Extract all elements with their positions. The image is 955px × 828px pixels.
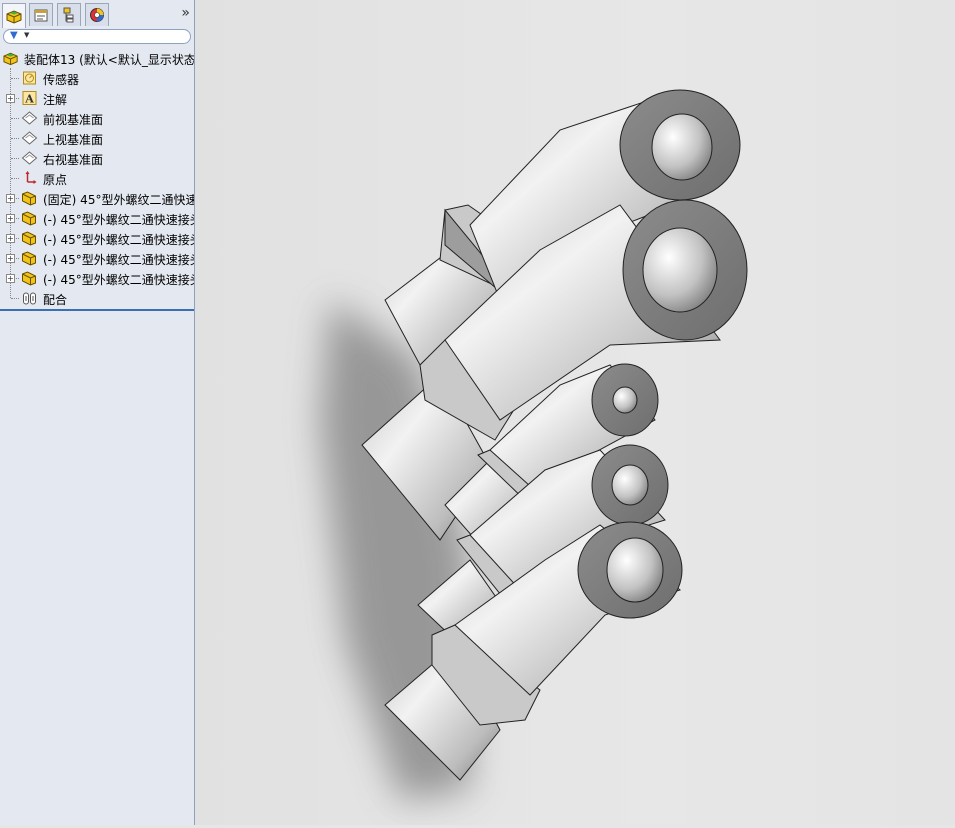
tree-item-top-plane[interactable]: 上视基准面 bbox=[0, 128, 194, 148]
part-icon bbox=[22, 271, 36, 286]
tree-item-mates[interactable]: 配合 bbox=[0, 288, 194, 308]
annotation-icon: A bbox=[22, 91, 37, 106]
tree-item-label: (-) 45°型外螺纹二通快速接头 bbox=[43, 233, 194, 247]
tree-connector bbox=[14, 238, 19, 239]
tree-item-annotations[interactable]: + A 注解 bbox=[0, 88, 194, 108]
tree-connector bbox=[11, 298, 19, 299]
propertymanager-tab[interactable] bbox=[29, 3, 53, 26]
tree-connector bbox=[14, 198, 19, 199]
tree-connector bbox=[14, 98, 19, 99]
tree-item-label: 配合 bbox=[43, 293, 68, 307]
plane-icon bbox=[21, 111, 38, 125]
display-manager-icon bbox=[90, 8, 104, 22]
assembly-tree-icon bbox=[6, 10, 22, 24]
tree-item-label: 上视基准面 bbox=[43, 133, 104, 147]
tree-item-label: 注解 bbox=[43, 93, 68, 107]
sensor-icon bbox=[23, 71, 36, 85]
tree-item-label: 原点 bbox=[43, 173, 68, 187]
assembly-icon bbox=[3, 52, 18, 66]
tree-item-label: 右视基准面 bbox=[43, 153, 104, 167]
tree-item-label: (-) 45°型外螺纹二通快速接头 bbox=[43, 253, 194, 267]
configurationmanager-tab[interactable] bbox=[57, 3, 81, 26]
part-icon bbox=[22, 231, 36, 246]
tree-root-assembly[interactable]: 装配体13 (默认<默认_显示状态 bbox=[0, 48, 194, 68]
tree-end-divider bbox=[0, 309, 194, 311]
plane-icon bbox=[21, 131, 38, 145]
collapse-panel-button[interactable]: » bbox=[181, 5, 190, 21]
tree-connector bbox=[11, 78, 19, 79]
tree-filter-input[interactable]: ▼ ▼ bbox=[3, 29, 191, 44]
configuration-manager-icon bbox=[63, 7, 74, 23]
displaymanager-tab[interactable] bbox=[85, 3, 109, 26]
tree-connector bbox=[14, 258, 19, 259]
filter-icon[interactable]: ▼ bbox=[10, 30, 18, 41]
tree-connector bbox=[11, 138, 19, 139]
tree-item-front-plane[interactable]: 前视基准面 bbox=[0, 108, 194, 128]
graphics-viewport[interactable] bbox=[195, 0, 955, 825]
part-icon bbox=[22, 251, 36, 266]
assembly-3d-model bbox=[320, 89, 748, 800]
tree-item-label: (-) 45°型外螺纹二通快速接头 bbox=[43, 213, 194, 227]
tree-item-part-3[interactable]: + (-) 45°型外螺纹二通快速接头 bbox=[0, 228, 194, 248]
feature-manager-panel: » ▼ ▼ 装配体13 (默认<默认_显示状态 传感器 + A 注解 前视基准面… bbox=[0, 0, 195, 825]
svg-text:A: A bbox=[24, 93, 34, 106]
chevron-down-icon[interactable]: ▼ bbox=[24, 31, 29, 39]
featuremanager-tab[interactable] bbox=[2, 3, 26, 28]
tree-connector bbox=[11, 178, 19, 179]
part-icon bbox=[22, 211, 36, 226]
tree-item-label: (固定) 45°型外螺纹二通快速 bbox=[43, 193, 194, 207]
panel-tab-bar: » bbox=[0, 0, 194, 28]
plane-icon bbox=[21, 151, 38, 165]
tree-item-label: (-) 45°型外螺纹二通快速接头 bbox=[43, 273, 194, 287]
tree-item-part-fixed[interactable]: + (固定) 45°型外螺纹二通快速 bbox=[0, 188, 194, 208]
tree-connector bbox=[14, 278, 19, 279]
part-icon bbox=[22, 191, 36, 206]
tree-connector bbox=[11, 118, 19, 119]
tree-item-label: 前视基准面 bbox=[43, 113, 104, 127]
tree-item-part-2[interactable]: + (-) 45°型外螺纹二通快速接头 bbox=[0, 208, 194, 228]
tree-item-part-4[interactable]: + (-) 45°型外螺纹二通快速接头 bbox=[0, 248, 194, 268]
tree-connector bbox=[11, 158, 19, 159]
property-manager-icon bbox=[34, 9, 48, 22]
origin-icon bbox=[25, 171, 37, 184]
tree-item-right-plane[interactable]: 右视基准面 bbox=[0, 148, 194, 168]
tree-item-part-5[interactable]: + (-) 45°型外螺纹二通快速接头 bbox=[0, 268, 194, 288]
tree-connector bbox=[14, 218, 19, 219]
tree-item-sensors[interactable]: 传感器 bbox=[0, 68, 194, 88]
mates-icon bbox=[23, 292, 36, 305]
tree-item-label: 传感器 bbox=[43, 73, 80, 87]
tree-item-origin[interactable]: 原点 bbox=[0, 168, 194, 188]
tree-root-label: 装配体13 (默认<默认_显示状态 bbox=[24, 53, 194, 67]
